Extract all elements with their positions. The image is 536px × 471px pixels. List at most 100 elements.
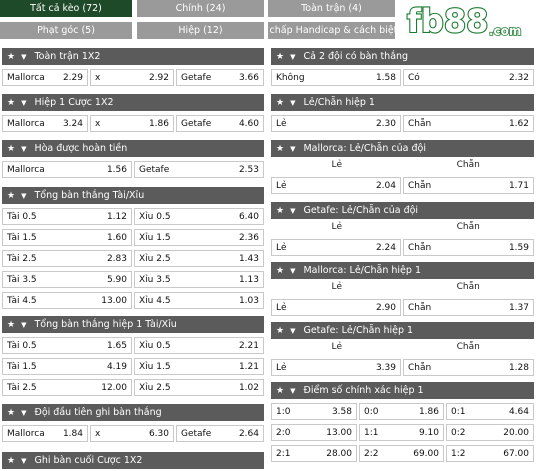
chevron-down-icon[interactable]: ▼ (290, 267, 295, 275)
chevron-down-icon[interactable]: ▼ (290, 207, 295, 215)
star-icon[interactable]: ★ (7, 98, 15, 108)
tab-toan-tran-4[interactable]: Toàn trận (4) (268, 0, 395, 17)
chevron-down-icon[interactable]: ▼ (21, 409, 26, 417)
odds-cell[interactable]: x 1.86 (90, 115, 174, 132)
star-icon[interactable]: ★ (7, 408, 15, 418)
odds-cell[interactable]: Tài 0.5 1.12 (2, 208, 132, 225)
star-icon[interactable]: ★ (7, 320, 15, 330)
odds-cell[interactable]: 1:0 3.58 (271, 403, 357, 420)
odds-cell[interactable]: Mallorca 1.84 (2, 425, 88, 442)
odds-cell[interactable]: Không 1.58 (271, 69, 401, 86)
odds-cell[interactable]: Lẻ 2.30 (271, 115, 401, 132)
chevron-down-icon[interactable]: ▼ (21, 145, 26, 153)
chevron-down-icon[interactable]: ▼ (290, 145, 295, 153)
odds-cell[interactable]: Tài 3.5 5.90 (2, 271, 132, 288)
odds-cell[interactable]: Lẻ 2.04 (271, 177, 401, 194)
odds-cell[interactable]: Tài 1.5 4.19 (2, 358, 132, 375)
tab-keo-chap-handicap-cach-biet-3[interactable]: Kèo chấp Handicap & cách biệt (3) (268, 22, 395, 39)
odds-cell[interactable]: 2:0 13.00 (271, 424, 357, 441)
market-header[interactable]: ★ ▼ Hiệp 1 Cược 1X2 (2, 94, 264, 111)
odds-cell[interactable]: Chẵn 1.59 (403, 239, 534, 256)
chevron-down-icon[interactable]: ▼ (290, 387, 295, 395)
odds-cell[interactable]: Xỉu 2.5 1.02 (134, 379, 264, 396)
star-icon[interactable]: ★ (276, 98, 284, 108)
odds-cell[interactable]: Xỉu 0.5 2.21 (134, 337, 264, 354)
market-header[interactable]: ★ ▼ Mallorca: Lẻ/Chẵn của đội (271, 140, 534, 157)
odds-cell[interactable]: 0:1 4.64 (446, 403, 534, 420)
market-header[interactable]: ★ ▼ Tổng bàn thắng hiệp 1 Tài/Xỉu (2, 316, 264, 333)
market-header[interactable]: ★ ▼ Getafe: Lẻ/Chẵn hiệp 1 (271, 322, 534, 339)
chevron-down-icon[interactable]: ▼ (290, 53, 295, 61)
market-header[interactable]: ★ ▼ Getafe: Lẻ/Chẵn của đội (271, 202, 534, 219)
tab-hiep-12[interactable]: Hiệp (12) (137, 22, 264, 39)
chevron-down-icon[interactable]: ▼ (21, 99, 26, 107)
odds-cell[interactable]: Getafe 2.64 (176, 425, 264, 442)
odds-cell[interactable]: Lẻ 2.90 (271, 299, 401, 316)
odds-cell[interactable]: x 2.92 (90, 69, 174, 86)
market-header[interactable]: ★ ▼ Mallorca: Lẻ/Chẵn hiệp 1 (271, 262, 534, 279)
odds-cell[interactable]: Lẻ 3.39 (271, 359, 401, 376)
odds-cell[interactable]: Getafe 3.66 (176, 69, 264, 86)
odds-cell[interactable]: Xỉu 2.5 1.43 (134, 250, 264, 267)
odds-cell[interactable]: Mallorca 3.24 (2, 115, 88, 132)
odds-cell[interactable]: 2:1 28.00 (271, 445, 357, 462)
market-header[interactable]: ★ ▼ Toàn trận 1X2 (2, 48, 264, 65)
star-icon[interactable]: ★ (7, 52, 15, 62)
selection-label: Xỉu 0.5 (139, 340, 171, 351)
market-header[interactable]: ★ ▼ Điểm số chính xác hiệp 1 (271, 382, 534, 399)
chevron-down-icon[interactable]: ▼ (290, 99, 295, 107)
odds-cell[interactable]: 1:1 9.10 (359, 424, 444, 441)
star-icon[interactable]: ★ (276, 326, 284, 336)
odds-cell[interactable]: Chẵn 1.62 (403, 115, 534, 132)
tab-tat-ca-keo-72[interactable]: Tất cả kèo (72) (0, 0, 132, 17)
odds-cell[interactable]: 2:2 69.00 (359, 445, 444, 462)
odds-cell[interactable]: Chẵn 1.71 (403, 177, 534, 194)
tab-phat-goc-5[interactable]: Phạt góc (5) (0, 22, 132, 39)
star-icon[interactable]: ★ (7, 144, 15, 154)
market-header[interactable]: ★ ▼ Ghi bàn cuối Cược 1X2 (2, 452, 264, 469)
chevron-down-icon[interactable]: ▼ (21, 457, 26, 465)
odds-cell[interactable]: Xỉu 4.5 1.03 (134, 292, 264, 309)
market-header[interactable]: ★ ▼ Cả 2 đội có bàn thắng (271, 48, 534, 65)
chevron-down-icon[interactable]: ▼ (21, 192, 26, 200)
star-icon[interactable]: ★ (7, 191, 15, 201)
chevron-down-icon[interactable]: ▼ (21, 53, 26, 61)
star-icon[interactable]: ★ (276, 386, 284, 396)
market-header[interactable]: ★ ▼ Lẻ/Chẵn hiệp 1 (271, 94, 534, 111)
odds-cell[interactable]: 0:2 20.00 (446, 424, 534, 441)
odds-cell[interactable]: Xỉu 1.5 2.36 (134, 229, 264, 246)
odds-cell[interactable]: Có 2.32 (403, 69, 534, 86)
tab-chinh-24[interactable]: Chính (24) (137, 0, 264, 17)
selection-label: Xỉu 3.5 (139, 274, 171, 285)
odds-cell[interactable]: Chẵn 1.37 (403, 299, 534, 316)
odds-cell[interactable]: Xỉu 0.5 6.40 (134, 208, 264, 225)
star-icon[interactable]: ★ (276, 52, 284, 62)
odds-cell[interactable]: 0:0 1.86 (359, 403, 444, 420)
star-icon[interactable]: ★ (276, 266, 284, 276)
odds-cell[interactable]: Getafe 4.60 (176, 115, 264, 132)
odds-cell[interactable]: Mallorca 2.29 (2, 69, 88, 86)
outcome-header: Lẻ (331, 222, 343, 232)
odds-cell[interactable]: Tài 2.5 12.00 (2, 379, 132, 396)
odds-cell[interactable]: Xỉu 3.5 1.13 (134, 271, 264, 288)
star-icon[interactable]: ★ (7, 456, 15, 466)
odds-cell[interactable]: Getafe 2.53 (134, 161, 264, 178)
odds-cell[interactable]: Tài 2.5 2.83 (2, 250, 132, 267)
market-header[interactable]: ★ ▼ Tổng bàn thắng Tài/Xỉu (2, 187, 264, 204)
odds-cell[interactable]: Tài 4.5 13.00 (2, 292, 132, 309)
chevron-down-icon[interactable]: ▼ (290, 327, 295, 335)
odds-cell[interactable]: x 6.30 (90, 425, 174, 442)
market-header[interactable]: ★ ▼ Hòa được hoàn tiền (2, 140, 264, 157)
fb88-logo[interactable]: fb88 .com (399, 0, 536, 41)
odds-cell[interactable]: Chẵn 1.28 (403, 359, 534, 376)
chevron-down-icon[interactable]: ▼ (21, 321, 26, 329)
odds-cell[interactable]: Lẻ 2.24 (271, 239, 401, 256)
star-icon[interactable]: ★ (276, 144, 284, 154)
odds-cell[interactable]: Mallorca 1.56 (2, 161, 132, 178)
odds-cell[interactable]: Xỉu 1.5 1.21 (134, 358, 264, 375)
odds-cell[interactable]: Tài 0.5 1.65 (2, 337, 132, 354)
star-icon[interactable]: ★ (276, 206, 284, 216)
odds-cell[interactable]: Tài 1.5 1.60 (2, 229, 132, 246)
market-header[interactable]: ★ ▼ Đội đầu tiên ghi bàn thắng (2, 404, 264, 421)
odds-cell[interactable]: 1:2 67.00 (446, 445, 534, 462)
